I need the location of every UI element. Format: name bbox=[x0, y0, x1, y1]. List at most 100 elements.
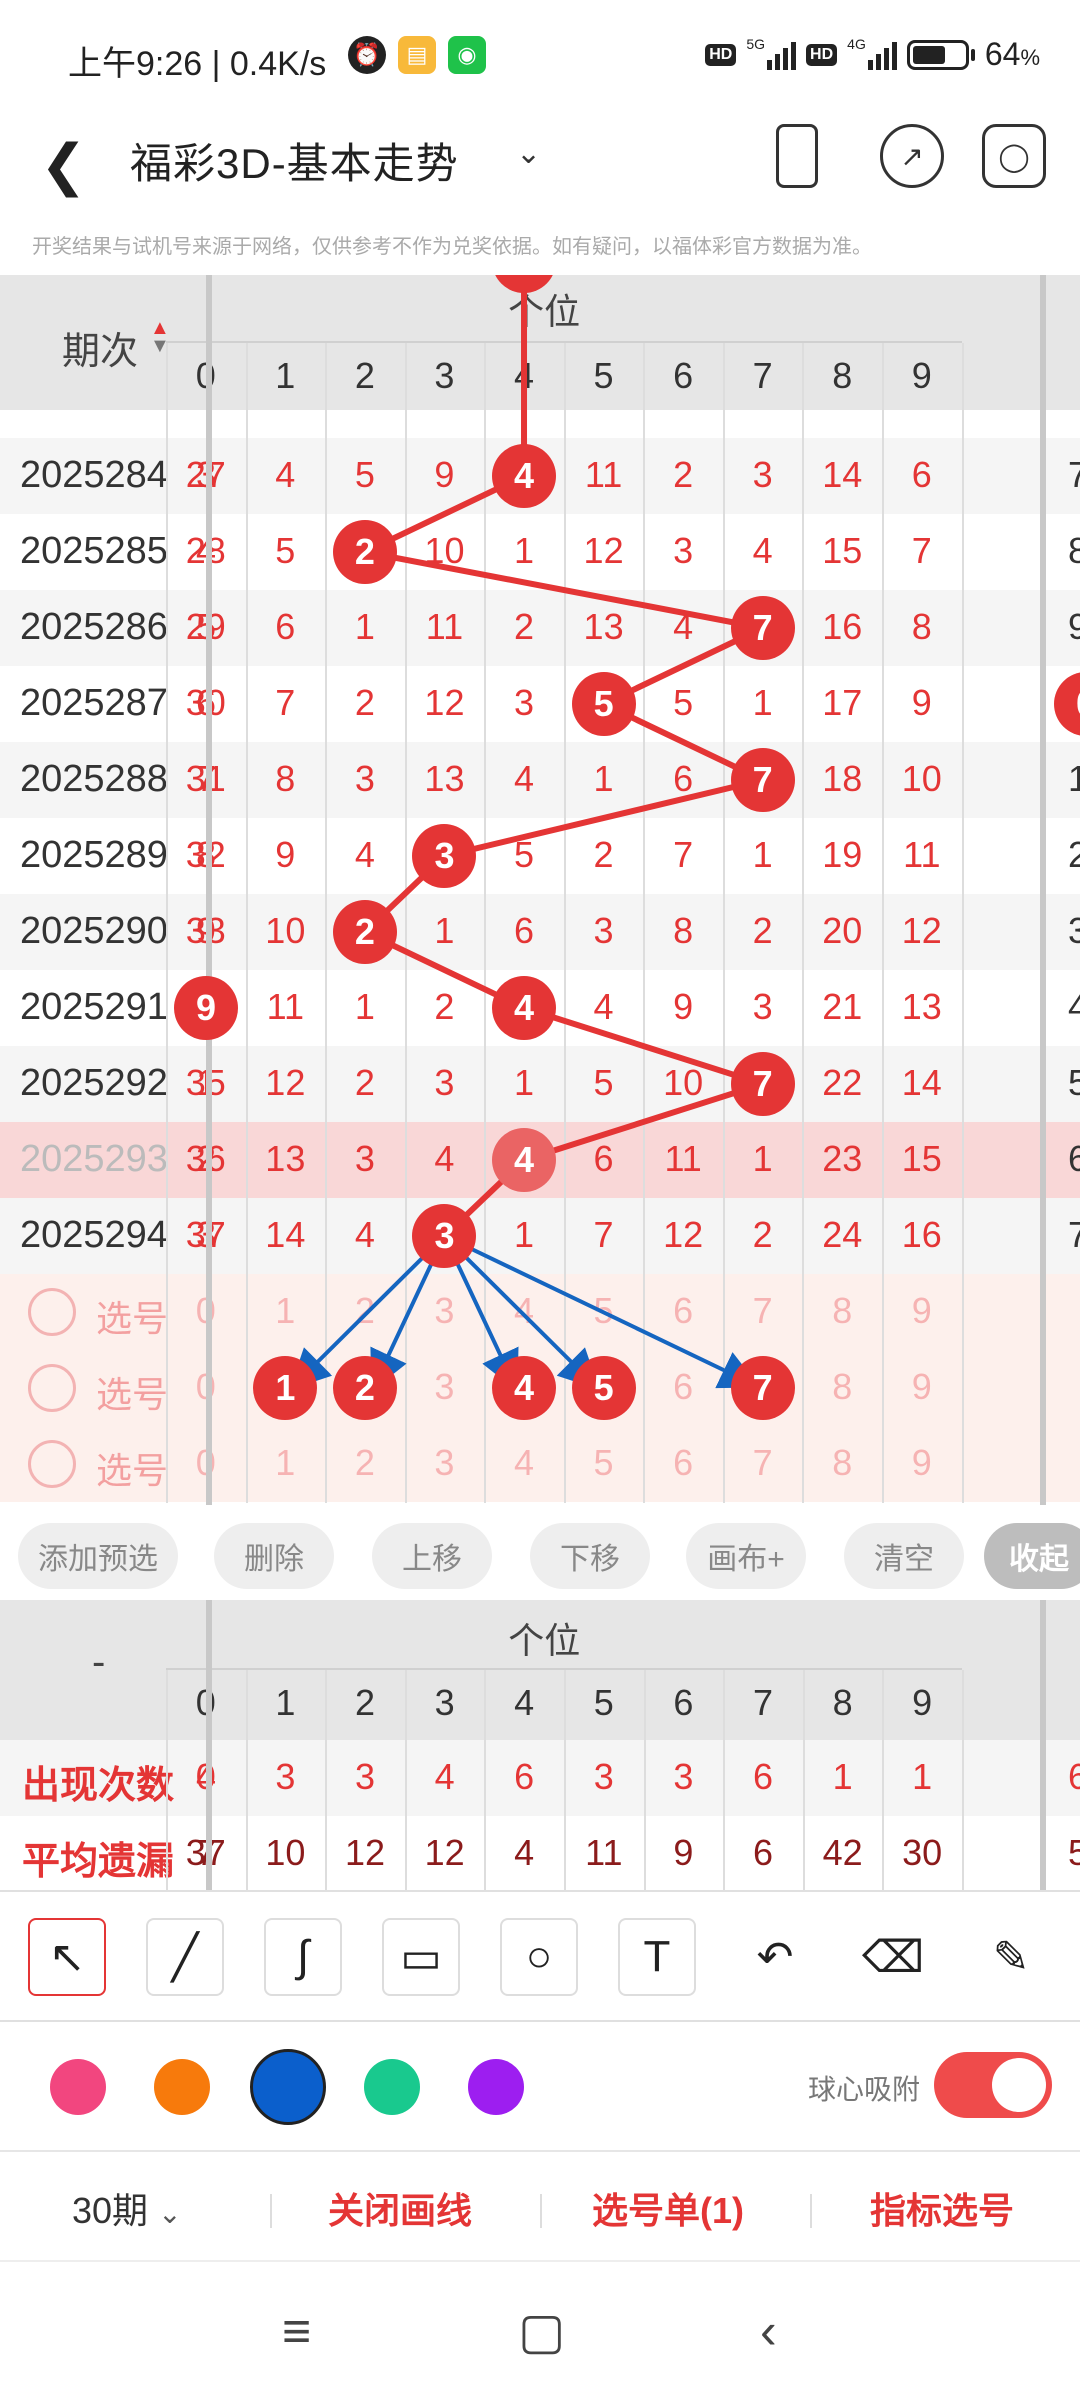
close-lines-button[interactable]: 关闭画线 bbox=[328, 2182, 472, 2234]
color-swatch-4[interactable] bbox=[468, 2059, 524, 2115]
action-button-3[interactable]: 下移 bbox=[530, 1523, 650, 1589]
pick-list-button[interactable]: 选号单(1) bbox=[592, 2182, 744, 2234]
drawn-ball-4: 4 bbox=[492, 1128, 557, 1192]
hd-icon: HD bbox=[705, 43, 737, 66]
stats-value: 4 bbox=[434, 1756, 455, 1797]
drawn-ball-7: 7 bbox=[730, 596, 795, 660]
action-button-5[interactable]: 清空 bbox=[844, 1523, 964, 1589]
color-swatch-2[interactable] bbox=[250, 2049, 326, 2125]
separator bbox=[270, 2194, 272, 2228]
stats-value: 3 bbox=[354, 1756, 375, 1797]
color-picker-bar: 球心吸附 bbox=[0, 2020, 1080, 2150]
stats-divider bbox=[1040, 1600, 1046, 1890]
snap-toggle[interactable] bbox=[934, 2052, 1052, 2118]
stats-grid-line bbox=[484, 1670, 487, 1890]
action-button-2[interactable]: 上移 bbox=[372, 1523, 492, 1589]
indicator-pick-button[interactable]: 指标选号 bbox=[870, 2182, 1014, 2234]
stats-column-4: 4 bbox=[514, 1682, 535, 1723]
drawn-ball-4: 4 bbox=[492, 976, 557, 1040]
stats-column-1: 1 bbox=[275, 1682, 296, 1723]
action-button-1[interactable]: 删除 bbox=[214, 1523, 334, 1589]
stats-grid-line bbox=[325, 1670, 328, 1890]
stats-value: 3 bbox=[275, 1756, 296, 1797]
stats-corner: - bbox=[92, 1640, 106, 1684]
hd-icon-2: HD bbox=[806, 43, 838, 66]
curve-tool-icon[interactable]: ∫ bbox=[264, 1918, 342, 1996]
network-5g-label: 5G bbox=[746, 36, 766, 52]
stats-value: 4 bbox=[514, 1832, 535, 1873]
back-icon[interactable]: ❮ bbox=[40, 132, 87, 198]
stats-row-label: 平均遗漏 bbox=[22, 1841, 175, 1883]
stats-grid-line bbox=[643, 1670, 646, 1890]
clear-canvas-icon[interactable]: ✎ bbox=[972, 1918, 1050, 1996]
trend-table[interactable]: 期次▲▼个位0123456789202528437274591123146202… bbox=[0, 275, 1080, 1505]
stats-group-header: 个位 bbox=[508, 1620, 581, 1661]
back-nav-icon[interactable]: ‹ bbox=[760, 2302, 777, 2360]
stats-grid-line bbox=[723, 1670, 726, 1890]
status-time: 上午9:26 | 0.4K/s bbox=[68, 45, 327, 83]
snap-label: 球心吸附 bbox=[807, 2074, 920, 2105]
pick-ball-7[interactable]: 7 bbox=[730, 1356, 795, 1420]
drawn-ball-4: 4 bbox=[492, 444, 557, 508]
toggle-knob bbox=[992, 2058, 1046, 2112]
stats-column-5: 5 bbox=[593, 1682, 614, 1723]
eraser-icon[interactable]: ⌫ bbox=[854, 1918, 932, 1996]
line-tool-icon[interactable]: ╱ bbox=[146, 1918, 224, 1996]
stats-right-overflow: 6 bbox=[1068, 1756, 1080, 1797]
stats-value: 3 bbox=[673, 1756, 694, 1797]
home-icon[interactable]: ▢ bbox=[518, 2302, 565, 2360]
separator bbox=[540, 2194, 542, 2228]
disclaimer-notice: 开奖结果与试机号来源于网络，仅供参考不作为兑奖依据。如有疑问，以福体彩官方数据为… bbox=[32, 236, 872, 258]
undo-icon[interactable]: ↶ bbox=[736, 1918, 814, 1996]
action-button-4[interactable]: 画布+ bbox=[686, 1523, 806, 1589]
menu-icon[interactable]: ≡ bbox=[282, 2302, 311, 2360]
circle-tool-icon[interactable]: ○ bbox=[500, 1918, 578, 1996]
drawn-ball-5: 5 bbox=[571, 672, 636, 736]
stats-grid-line bbox=[404, 1670, 407, 1890]
system-nav-bar: ≡ ▢ ‹ bbox=[0, 2260, 1080, 2400]
stats-value: 6 bbox=[752, 1756, 773, 1797]
chevron-down-icon: ⌄ bbox=[158, 2198, 182, 2229]
pick-ball-2[interactable]: 2 bbox=[332, 1356, 397, 1420]
drawn-ball-3: 3 bbox=[412, 824, 477, 888]
action-button-6[interactable]: 收起 bbox=[984, 1523, 1080, 1589]
edge-ball-9: 9 bbox=[174, 976, 238, 1040]
battery-percent: 64% bbox=[984, 36, 1040, 72]
stats-value: 6 bbox=[752, 1832, 773, 1873]
pick-ball-4[interactable]: 4 bbox=[492, 1356, 557, 1420]
signal-icon bbox=[767, 40, 797, 70]
drawn-ball-2: 2 bbox=[332, 900, 397, 964]
color-swatch-3[interactable] bbox=[364, 2059, 420, 2115]
color-swatch-1[interactable] bbox=[154, 2059, 210, 2115]
stats-value: 11 bbox=[585, 1832, 623, 1873]
stats-value: 30 bbox=[902, 1832, 943, 1873]
arrow-tool-icon[interactable]: ↖ bbox=[28, 1918, 106, 1996]
share-icon[interactable]: ↗ bbox=[880, 124, 944, 188]
drawn-ball-2: 2 bbox=[332, 520, 397, 584]
device-icon[interactable] bbox=[776, 124, 818, 188]
stats-grid-line bbox=[564, 1670, 566, 1890]
stats-divider bbox=[206, 1600, 212, 1890]
pick-ball-1[interactable]: 1 bbox=[253, 1356, 318, 1420]
stats-value: 6 bbox=[514, 1756, 535, 1797]
settings-icon[interactable]: ◯ bbox=[982, 124, 1046, 188]
status-right: HD 5G HD 4G 64% bbox=[705, 36, 1040, 73]
stats-grid-line bbox=[245, 1670, 248, 1890]
drawn-ball-7: 7 bbox=[730, 748, 795, 812]
network-4g-label: 4G bbox=[847, 36, 866, 52]
stats-grid-line bbox=[802, 1670, 805, 1890]
text-tool-icon[interactable]: T bbox=[618, 1918, 696, 1996]
drawing-toolbar: ↖ ╱ ∫ ▭ ○ T ↶ ⌫ ✎ bbox=[0, 1890, 1080, 2020]
rectangle-tool-icon[interactable]: ▭ bbox=[382, 1918, 460, 1996]
period-selector[interactable]: 30期 ⌄ bbox=[72, 2182, 182, 2234]
alarm-icon: ⏰ bbox=[348, 36, 386, 74]
page-title[interactable]: 福彩3D-基本走势 bbox=[130, 130, 459, 191]
stats-value: 12 bbox=[344, 1832, 385, 1873]
color-swatch-0[interactable] bbox=[50, 2059, 106, 2115]
drawn-ball-3: 3 bbox=[412, 1204, 477, 1268]
pick-ball-5[interactable]: 5 bbox=[571, 1356, 636, 1420]
chevron-down-icon[interactable]: ⌄ bbox=[516, 136, 541, 171]
stats-row-label: 出现次数 bbox=[22, 1765, 175, 1807]
wechat-icon: ◉ bbox=[448, 36, 486, 74]
action-button-0[interactable]: 添加预选 bbox=[18, 1523, 178, 1589]
